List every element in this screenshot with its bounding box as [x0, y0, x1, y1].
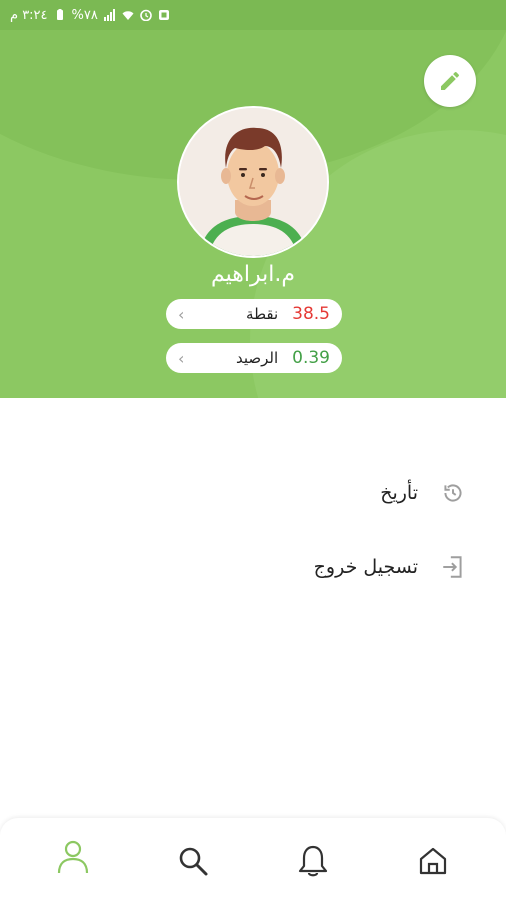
- bottom-nav: [0, 818, 506, 900]
- history-icon: [444, 484, 462, 502]
- status-time: ٣:٢٤ م: [10, 7, 48, 23]
- user-name: م.ابراهيم: [211, 262, 295, 287]
- pencil-icon: [441, 71, 460, 90]
- profile-icon: [57, 840, 89, 874]
- avatar-illustration: [179, 108, 327, 256]
- history-label: تأريخ: [380, 482, 418, 504]
- signal-icon: [103, 9, 115, 21]
- nav-profile[interactable]: [48, 832, 98, 882]
- points-label: نقطة: [246, 305, 279, 323]
- edit-profile-button[interactable]: [424, 55, 476, 107]
- balance-pill[interactable]: ‹ الرصيد 0.39: [166, 343, 342, 373]
- nav-search[interactable]: [168, 836, 218, 886]
- points-pill[interactable]: ‹ نقطة 38.5: [166, 299, 342, 329]
- status-bar: ٣:٢٤ م %٧٨: [0, 0, 506, 30]
- battery-percent: %٧٨: [71, 7, 98, 23]
- alarm-icon: [140, 9, 152, 21]
- logout-label: تسجيل خروج: [313, 556, 418, 578]
- logout-icon: [443, 556, 462, 578]
- menu-item-logout[interactable]: تسجيل خروج: [166, 542, 466, 592]
- status-left: ٣:٢٤ م %٧٨: [10, 8, 170, 23]
- search-icon: [179, 847, 208, 876]
- menu-item-history[interactable]: تأريخ: [166, 468, 466, 518]
- battery-icon: [56, 9, 63, 20]
- wifi-icon: [122, 11, 134, 20]
- chevron-left-icon: ‹: [178, 304, 185, 324]
- chevron-left-icon: ‹: [178, 348, 185, 368]
- nav-home[interactable]: [408, 836, 458, 886]
- avatar[interactable]: [177, 106, 329, 258]
- home-icon: [419, 847, 447, 875]
- bell-icon: [298, 845, 328, 877]
- balance-value: 0.39: [292, 348, 330, 368]
- balance-label: الرصيد: [235, 349, 279, 367]
- notification-icon: [158, 10, 169, 20]
- nav-notifications[interactable]: [288, 836, 338, 886]
- points-value: 38.5: [292, 304, 330, 324]
- profile-header: ٣:٢٤ م %٧٨ م.ابراهيم ‹ نقطة 38.5 ‹ الرصي…: [0, 0, 506, 398]
